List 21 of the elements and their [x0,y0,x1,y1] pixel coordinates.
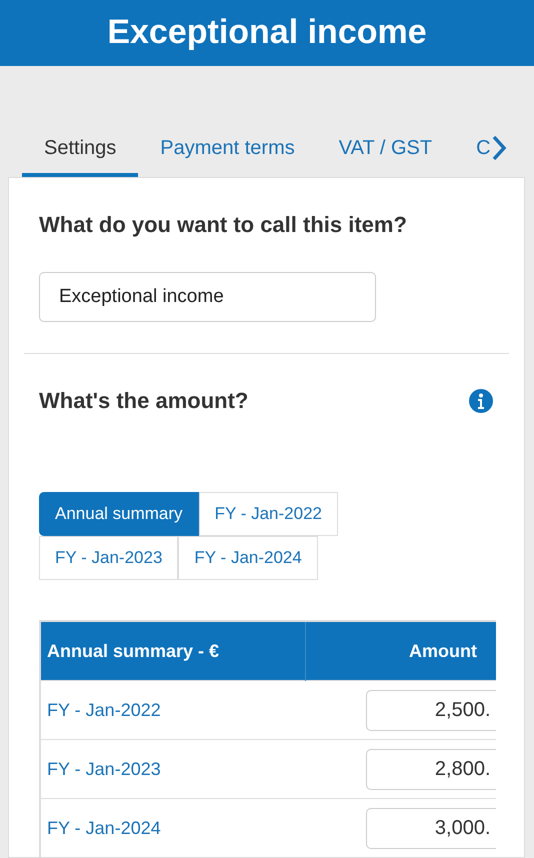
question-heading: What do you want to call this item? [39,212,408,238]
period-tab[interactable]: Annual summary [39,492,199,536]
period-link[interactable]: FY - Jan-2023 [41,740,306,798]
amount-input-field[interactable]: 2,800. [366,748,496,790]
tab[interactable]: VAT / GST [316,132,454,177]
period-tab[interactable]: FY - Jan-2024 [178,536,318,580]
tab[interactable]: Payment terms [138,132,317,177]
tab[interactable]: C [454,132,513,177]
name-input-field[interactable]: Exceptional income [39,272,376,322]
period-tab[interactable]: FY - Jan-2022 [198,492,338,536]
period-link[interactable]: FY - Jan-2022 [41,680,306,740]
column-header: Annual summary - € [41,622,306,680]
period-tab[interactable]: FY - Jan-2023 [39,536,178,580]
question-heading: What's the amount? [39,388,248,414]
amount-input-field[interactable]: 3,000. [366,808,496,848]
page-title: Exceptional income [0,0,534,66]
amount-input-field[interactable]: 2,500. [366,690,496,730]
info-icon[interactable] [468,388,494,414]
period-link[interactable]: FY - Jan-2024 [41,798,306,857]
column-header: Amount [305,622,496,680]
chevron-right-icon[interactable] [490,135,507,161]
